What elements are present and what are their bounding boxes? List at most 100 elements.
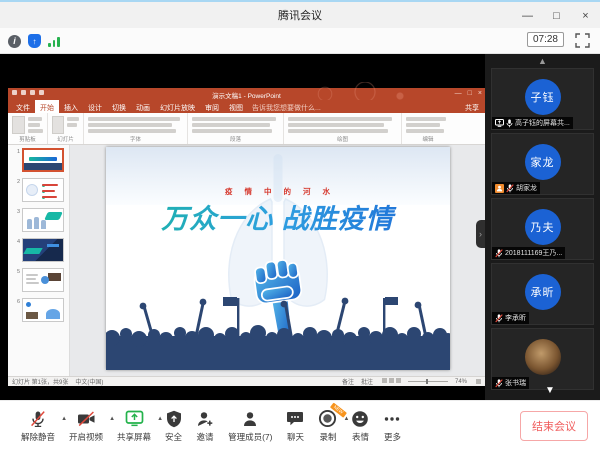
avatar: 乃夫 bbox=[525, 209, 561, 245]
slide-thumbnail-2: 2 bbox=[8, 178, 69, 202]
ppt-newslide-button bbox=[52, 116, 64, 134]
sidebar-collapse-handle[interactable]: › bbox=[476, 220, 485, 248]
shared-screen-stage: 演示文稿1 - PowerPoint — □ × 文件 开始 插入 设计 切换 … bbox=[0, 54, 485, 400]
ppt-tab-design: 设计 bbox=[83, 100, 107, 113]
scroll-down-icon[interactable]: ▼ bbox=[545, 385, 555, 396]
fullscreen-icon[interactable] bbox=[575, 33, 590, 48]
mic-muted-icon bbox=[506, 184, 514, 193]
ppt-ribbon: 剪贴板 幻灯片 字体 段落 绘图 bbox=[8, 113, 485, 145]
start-video-button[interactable]: 开启视频 ▲ bbox=[62, 409, 110, 443]
ppt-zoom-level: 74% bbox=[455, 379, 467, 385]
avatar: 家龙 bbox=[525, 144, 561, 180]
scroll-up-icon[interactable]: ▲ bbox=[538, 55, 547, 67]
participants-sidebar: ▲ › 子钰 高子钰的屏幕共... 家龙 胡家龙 乃夫 2018111169王乃… bbox=[485, 54, 600, 400]
slide-view: 疫情中的河水 万众一心 战胜疫情 bbox=[106, 147, 450, 370]
reactions-button[interactable]: 表情 bbox=[344, 409, 376, 443]
avatar-photo bbox=[525, 339, 561, 375]
ppt-fit-icon bbox=[476, 379, 481, 384]
mic-muted-icon bbox=[495, 314, 503, 323]
meeting-main-area: 演示文稿1 - PowerPoint — □ × 文件 开始 插入 设计 切换 … bbox=[0, 54, 600, 400]
screenshare-icon bbox=[125, 410, 144, 427]
participant-tile[interactable]: 家龙 胡家龙 bbox=[491, 133, 594, 195]
network-signal-icon[interactable] bbox=[48, 35, 60, 47]
participant-name: 2018111169王乃... bbox=[505, 248, 562, 258]
share-screen-button[interactable]: 共享屏幕 ▲ bbox=[110, 409, 158, 443]
invite-person-icon bbox=[196, 410, 214, 428]
slide-thumbnail-4: 4 bbox=[8, 238, 69, 262]
chat-icon bbox=[286, 410, 304, 427]
chat-button[interactable]: 聊天 bbox=[279, 409, 311, 443]
slide-kicker-text: 疫情中的河水 bbox=[106, 186, 450, 197]
ppt-group-editing: 编辑 bbox=[402, 135, 454, 143]
ppt-minimize-icon: — bbox=[455, 89, 462, 99]
ppt-share-button: 共享 bbox=[465, 103, 479, 113]
ppt-tab-file: 文件 bbox=[11, 100, 35, 113]
ppt-tab-insert: 插入 bbox=[59, 100, 83, 113]
shield-icon bbox=[166, 410, 182, 428]
participant-tile[interactable]: 承昕 李承昕 bbox=[491, 263, 594, 325]
record-button[interactable]: NEW 录制 ▲ bbox=[311, 409, 344, 443]
ppt-close-icon: × bbox=[478, 89, 482, 99]
ppt-workspace: 1 2 3 4 5 bbox=[8, 145, 485, 376]
mic-muted-icon bbox=[495, 249, 503, 258]
more-dots-icon bbox=[383, 410, 401, 428]
meeting-control-bar: 解除静音 ▲ 开启视频 ▲ 共享屏幕 ▲ 安全 邀请 管理成员(7) 聊天 NE… bbox=[0, 400, 600, 450]
ppt-group-slides: 幻灯片 bbox=[48, 135, 83, 143]
end-meeting-button[interactable]: 结束会议 bbox=[520, 411, 588, 441]
ppt-window-title: 演示文稿1 - PowerPoint bbox=[8, 90, 485, 100]
crowd-silhouette bbox=[106, 292, 450, 370]
ppt-ribbon-tabs: 文件 开始 插入 设计 切换 动画 幻灯片放映 审阅 视图 告诉我您想要做什么.… bbox=[8, 100, 485, 113]
slide-thumbnail-3: 3 bbox=[8, 208, 69, 232]
slide-thumbnail-1: 1 bbox=[8, 148, 69, 172]
ppt-window-controls: — □ × bbox=[455, 89, 482, 99]
ppt-slide-canvas: 疫情中的河水 万众一心 战胜疫情 bbox=[70, 145, 485, 376]
maximize-button[interactable]: □ bbox=[542, 4, 571, 28]
close-button[interactable]: × bbox=[571, 4, 600, 28]
meeting-info-bar: i ↑ 07:28 bbox=[0, 28, 600, 54]
meeting-timer: 07:28 bbox=[527, 32, 564, 47]
participant-name: 高子钰的屏幕共... bbox=[515, 118, 570, 128]
minimize-button[interactable]: — bbox=[513, 4, 542, 28]
screenshare-icon bbox=[495, 119, 504, 127]
ppt-paste-button bbox=[12, 116, 25, 134]
host-icon bbox=[495, 184, 504, 193]
slide-thumbnail-5: 5 bbox=[8, 268, 69, 292]
ppt-group-paragraph: 段落 bbox=[188, 135, 283, 143]
ppt-group-font: 字体 bbox=[84, 135, 187, 143]
participant-tile[interactable]: 乃夫 2018111169王乃... bbox=[491, 198, 594, 260]
participant-name: 张书瑞 bbox=[505, 378, 526, 388]
invite-button[interactable]: 邀请 bbox=[189, 409, 221, 443]
security-button[interactable]: 安全 bbox=[158, 409, 189, 443]
slide-thumbnail-6: 6 bbox=[8, 298, 69, 322]
meeting-info-icon[interactable]: i bbox=[8, 35, 21, 48]
participant-name: 胡家龙 bbox=[516, 183, 537, 193]
ppt-zoom-slider bbox=[408, 381, 448, 382]
ppt-tellme-search: 告诉我您想要做什么... bbox=[248, 100, 325, 113]
ppt-view-buttons bbox=[380, 378, 401, 385]
members-icon bbox=[241, 410, 259, 428]
unmute-button[interactable]: 解除静音 ▲ bbox=[14, 409, 62, 443]
window-titlebar: 腾讯会议 — □ × bbox=[0, 0, 600, 28]
manage-members-button[interactable]: 管理成员(7) bbox=[221, 409, 279, 443]
more-button[interactable]: 更多 bbox=[376, 409, 408, 443]
ppt-notes-toggle: 备注 bbox=[342, 377, 354, 386]
ppt-tab-animations: 动画 bbox=[131, 100, 155, 113]
mic-muted-icon bbox=[29, 410, 47, 428]
ppt-slide-counter: 幻灯片 第1张，共9张 bbox=[12, 377, 68, 386]
ppt-language: 中文(中国) bbox=[75, 377, 103, 386]
ppt-thumbnail-panel: 1 2 3 4 5 bbox=[8, 145, 70, 376]
ppt-tab-slideshow: 幻灯片放映 bbox=[155, 100, 200, 113]
participant-tile[interactable]: 子钰 高子钰的屏幕共... bbox=[491, 68, 594, 130]
avatar: 承昕 bbox=[525, 274, 561, 310]
smiley-icon bbox=[351, 410, 369, 428]
ppt-tab-home: 开始 bbox=[35, 100, 59, 113]
camera-off-icon bbox=[77, 411, 96, 427]
mic-on-icon bbox=[506, 119, 513, 128]
ppt-group-drawing: 绘图 bbox=[284, 135, 401, 143]
ppt-status-bar: 幻灯片 第1张，共9张 中文(中国) 备注 批注 74% bbox=[8, 376, 485, 386]
ppt-restore-icon: □ bbox=[468, 89, 472, 99]
ppt-tab-transitions: 切换 bbox=[107, 100, 131, 113]
network-protect-icon[interactable]: ↑ bbox=[28, 34, 41, 48]
participant-tile[interactable]: 张书瑞 bbox=[491, 328, 594, 390]
participant-name: 李承昕 bbox=[505, 313, 526, 323]
